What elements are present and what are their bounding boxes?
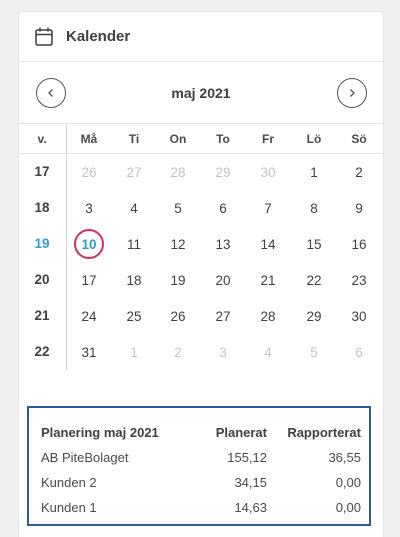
calendar-day[interactable]: 30: [253, 157, 283, 187]
week-number[interactable]: 20: [27, 272, 57, 287]
weekday-label: Ti: [128, 132, 140, 146]
calendar-day[interactable]: 6: [344, 337, 374, 367]
calendar-day[interactable]: 14: [253, 229, 283, 259]
calendar-day[interactable]: 26: [163, 301, 193, 331]
calendar-day[interactable]: 4: [119, 193, 149, 223]
calendar-day[interactable]: 24: [74, 301, 104, 331]
calendar-day[interactable]: 11: [119, 229, 149, 259]
week-number[interactable]: 21: [27, 308, 57, 323]
calendar-day[interactable]: 29: [208, 157, 238, 187]
customer-name: Kunden 2: [41, 475, 97, 490]
reported-hours: 36,55: [328, 450, 361, 465]
calendar-day[interactable]: 21: [253, 265, 283, 295]
calendar-day[interactable]: 5: [163, 193, 193, 223]
week-number[interactable]: 22: [27, 344, 57, 359]
calendar-day[interactable]: 27: [119, 157, 149, 187]
reported-hours: 0,00: [335, 500, 361, 515]
calendar-day[interactable]: 3: [74, 193, 104, 223]
month-navigation: maj 2021: [19, 63, 383, 124]
calendar-day[interactable]: 4: [253, 337, 283, 367]
calendar-day[interactable]: 15: [299, 229, 329, 259]
calendar-card: Kalender maj 2021 v. Må Ti On To Fr Lö Sö 17 26 2…: [19, 12, 383, 537]
planned-column-header: Planerat: [215, 425, 267, 440]
calendar-day[interactable]: 30: [344, 301, 374, 331]
calendar-day[interactable]: 17: [74, 265, 104, 295]
weekday-label: Lö: [306, 132, 322, 146]
calendar-week-row: 19 10 11 12 13 14 15 16: [19, 226, 383, 262]
planning-row[interactable]: Kunden 1 14,63 0,00: [29, 495, 369, 520]
calendar-day[interactable]: 1: [119, 337, 149, 367]
calendar-day[interactable]: 28: [163, 157, 193, 187]
week-number[interactable]: 18: [27, 200, 57, 215]
reported-column-header: Rapporterat: [287, 425, 361, 440]
calendar-day-today[interactable]: 10: [74, 229, 104, 259]
weekday-label: To: [216, 132, 230, 146]
calendar-day[interactable]: 2: [163, 337, 193, 367]
customer-name: AB PiteBolaget: [41, 450, 129, 465]
weekday-header: v. Må Ti On To Fr Lö Sö: [19, 124, 383, 154]
planning-row[interactable]: Kunden 2 34,15 0,00: [29, 470, 369, 495]
calendar-day[interactable]: 13: [208, 229, 238, 259]
planning-rows: AB PiteBolaget 155,12 36,55 Kunden 2 34,15 0,…: [29, 445, 369, 520]
weekday-label: On: [169, 132, 187, 146]
calendar-day[interactable]: 26: [74, 157, 104, 187]
calendar-week-row: 20 17 18 19 20 21 22 23: [19, 262, 383, 298]
planned-hours: 34,15: [234, 475, 267, 490]
week-number[interactable]: 17: [27, 164, 57, 179]
week-column-divider: [66, 124, 67, 370]
weekday-label: Må: [80, 132, 98, 146]
calendar-day[interactable]: 23: [344, 265, 374, 295]
card-title: Kalender: [66, 28, 131, 45]
calendar-day[interactable]: 5: [299, 337, 329, 367]
planning-row[interactable]: AB PiteBolaget 155,12 36,55: [29, 445, 369, 470]
calendar-day[interactable]: 2: [344, 157, 374, 187]
planned-hours: 14,63: [234, 500, 267, 515]
reported-hours: 0,00: [335, 475, 361, 490]
calendar-icon: [35, 27, 53, 46]
weekday-label: Fr: [262, 132, 274, 146]
calendar-day[interactable]: 16: [344, 229, 374, 259]
chevron-right-icon: [350, 89, 355, 97]
calendar-day[interactable]: 25: [119, 301, 149, 331]
planning-table: Planering maj 2021 Planerat Rapporterat …: [29, 420, 369, 520]
calendar-day[interactable]: 18: [119, 265, 149, 295]
calendar-day[interactable]: 20: [208, 265, 238, 295]
calendar-day[interactable]: 28: [253, 301, 283, 331]
calendar-day[interactable]: 31: [74, 337, 104, 367]
week-number-header: v.: [37, 132, 47, 146]
calendar-day[interactable]: 7: [253, 193, 283, 223]
calendar-day[interactable]: 9: [344, 193, 374, 223]
calendar-week-row: 21 24 25 26 27 28 29 30: [19, 298, 383, 334]
customer-name: Kunden 1: [41, 500, 97, 515]
calendar-week-row: 18 3 4 5 6 7 8 9: [19, 190, 383, 226]
calendar-day[interactable]: 27: [208, 301, 238, 331]
planned-hours: 155,12: [227, 450, 267, 465]
planning-title: Planering maj 2021: [41, 425, 159, 440]
calendar-day[interactable]: 1: [299, 157, 329, 187]
calendar-day[interactable]: 8: [299, 193, 329, 223]
calendar-week-row: 22 31 1 2 3 4 5 6: [19, 334, 383, 370]
calendar-day[interactable]: 3: [208, 337, 238, 367]
planning-header-row: Planering maj 2021 Planerat Rapporterat: [29, 420, 369, 445]
calendar-day[interactable]: 19: [163, 265, 193, 295]
card-header: Kalender: [19, 12, 383, 62]
calendar-day[interactable]: 29: [299, 301, 329, 331]
next-month-button[interactable]: [337, 78, 367, 108]
calendar-day[interactable]: 6: [208, 193, 238, 223]
weekday-label: Sö: [351, 132, 367, 146]
calendar-week-row: 17 26 27 28 29 30 1 2: [19, 154, 383, 190]
calendar-day[interactable]: 22: [299, 265, 329, 295]
week-number[interactable]: 19: [27, 236, 57, 251]
planning-summary: Planering maj 2021 Planerat Rapporterat …: [27, 406, 371, 526]
month-label: maj 2021: [171, 85, 231, 101]
calendar-day[interactable]: 12: [163, 229, 193, 259]
